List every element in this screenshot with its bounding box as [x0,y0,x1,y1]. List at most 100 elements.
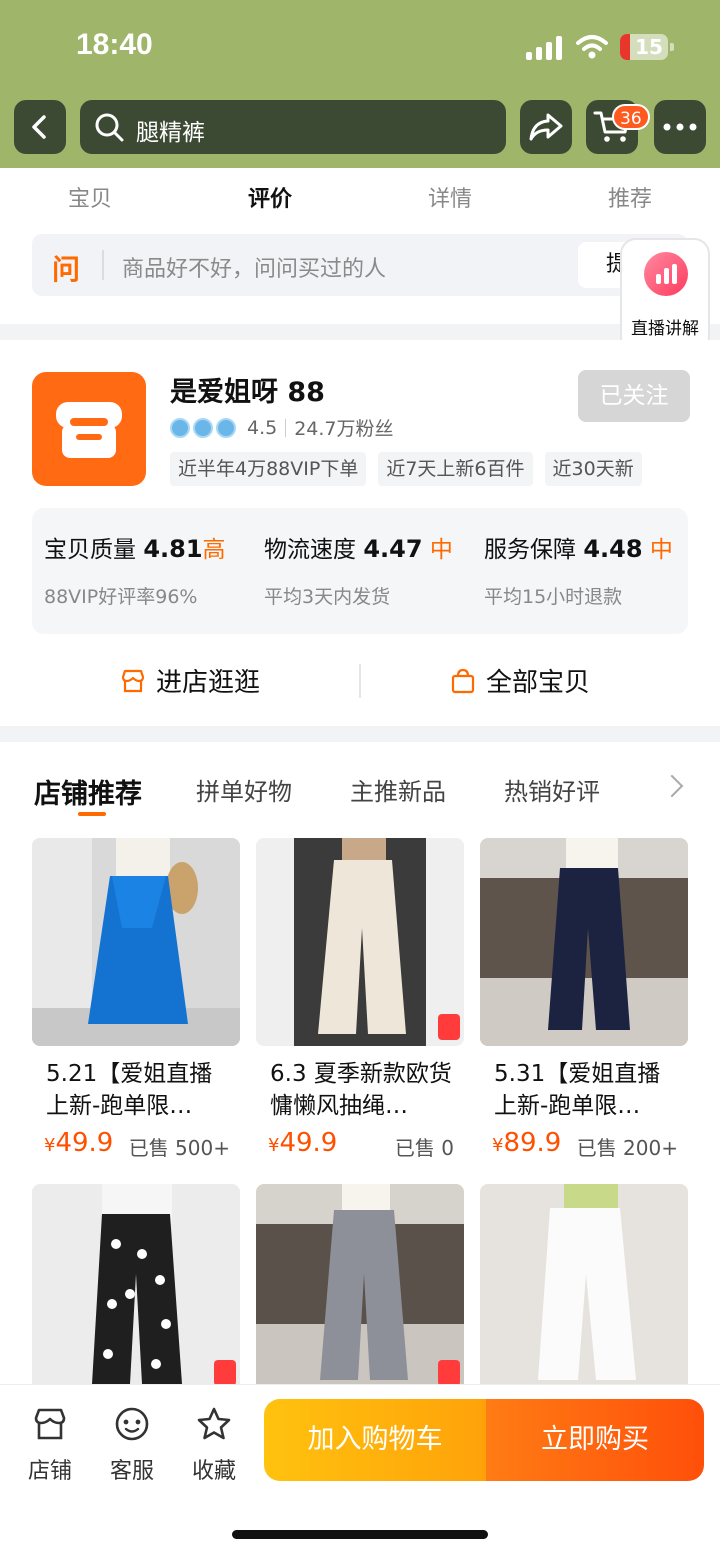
favorite-button[interactable]: 收藏 [184,1405,244,1485]
product-card[interactable]: 6.3 夏季新款欧货慵懒风抽绳… ¥49.9 已售 0 [256,838,464,1168]
promo-tag-icon [214,1360,236,1386]
store-icon [56,402,122,458]
shop-name[interactable]: 是爱姐呀 88 [170,370,325,409]
star-icon [197,1407,231,1440]
metric-sub: 平均3天内发货 [264,586,391,608]
shop-card: 是爱姐呀 88 4.5 24.7万粉丝 已关注 近半年4万88VIP下单 近7天上… [0,340,720,726]
product-title: 5.21【爱姐直播上新-跑单限… [46,1061,213,1119]
currency-symbol: ¥ [268,1135,280,1156]
metric-label: 宝贝质量 [44,537,136,563]
promo-tag-icon [438,1014,460,1040]
metric-level: 中 [429,537,453,563]
product-card[interactable]: 5.31【爱姐直播上新-跑单限… ¥89.9 已售 200+ [480,838,688,1168]
ask-divider [102,250,104,280]
wifi-icon [576,35,608,59]
cellular-signal-icon [526,36,564,60]
product-sold: 已售 500+ [128,1136,230,1160]
product-card[interactable] [480,1184,688,1392]
product-price: ¥49.9 [44,1128,114,1158]
search-bar[interactable]: 腿精裤 [80,100,506,154]
product-title: 5.31【爱姐直播上新-跑单限… [494,1061,661,1119]
metric-sub: 88VIP好评率96% [44,586,198,608]
shop-logo[interactable] [32,372,146,486]
metric-level: 高 [202,537,226,563]
share-icon [529,113,563,141]
metric-quality: 宝贝质量 4.81高 88VIP好评率96% [44,530,226,609]
more-button[interactable] [654,100,706,154]
battery-icon: 15 [620,34,674,60]
detail-tabs: 宝贝 评价 详情 推荐 [0,168,720,232]
store-button[interactable]: 店铺 [20,1405,80,1485]
shop-rating: 4.5 [247,416,278,439]
metric-score: 4.47 [363,535,423,563]
tab-reviews[interactable]: 评价 [180,168,360,232]
promo-tag-icon [438,1360,460,1386]
product-title: 6.3 夏季新款欧货慵懒风抽绳… [270,1061,452,1119]
rec-tab-shop[interactable]: 店铺推荐 [34,772,142,811]
product-price-row: ¥49.9 已售 500+ [32,1128,240,1168]
currency-symbol: ¥ [492,1135,504,1156]
live-explain-float[interactable]: 直播讲解 [620,238,710,352]
header-background: 18:40 15 腿精裤 36 [0,0,720,168]
shop-chip: 近7天上新6百件 [378,452,533,486]
tab-item[interactable]: 宝贝 [0,168,180,232]
shop-fans: 24.7万粉丝 [294,418,394,440]
cart-count-badge: 36 [612,104,650,130]
product-image [256,838,464,1046]
add-to-cart-button[interactable]: 加入购物车 [264,1399,486,1481]
favorite-label: 收藏 [191,1459,236,1484]
ask-icon: 问 [52,253,81,286]
search-query: 腿精裤 [136,120,205,146]
rec-tab-hot[interactable]: 热销好评 [504,772,600,807]
ask-bar[interactable]: 问 商品好不好，问问买过的人 提问 [32,234,688,296]
product-card[interactable] [256,1184,464,1392]
search-icon [95,113,124,142]
shop-chips: 近半年4万88VIP下单 近7天上新6百件 近30天新 [170,452,690,488]
tab-recommend[interactable]: 推荐 [540,168,720,232]
metric-label: 物流速度 [264,537,356,563]
product-card[interactable]: 5.21【爱姐直播上新-跑单限… ¥49.9 已售 500+ [32,838,240,1168]
customer-service-button[interactable]: 客服 [102,1405,162,1485]
product-price: ¥89.9 [492,1128,562,1158]
buy-now-button[interactable]: 立即购买 [486,1399,704,1481]
product-image [32,838,240,1046]
service-label: 客服 [109,1459,154,1484]
enter-shop-button[interactable]: 进店逛逛 [120,662,260,699]
back-button[interactable] [14,100,66,154]
tab-details[interactable]: 详情 [360,168,540,232]
metric-score: 4.81 [143,535,203,563]
product-card[interactable] [32,1184,240,1392]
all-items-label: 全部宝贝 [486,668,591,698]
product-price-row: ¥49.9 已售 0 [256,1128,464,1168]
shop-chip: 近半年4万88VIP下单 [170,452,367,486]
share-button[interactable] [520,100,572,154]
product-image [256,1184,464,1392]
rating-divider [285,418,287,437]
more-dots-icon [663,123,697,131]
enter-shop-label: 进店逛逛 [156,668,261,698]
follow-button[interactable]: 已关注 [578,370,690,422]
live-bars-icon [644,252,688,296]
home-indicator [232,1530,488,1539]
chevron-left-icon [32,115,46,139]
rec-tab-group[interactable]: 拼单好物 [196,772,292,807]
ask-placeholder: 商品好不好，问问买过的人 [122,257,387,282]
metric-label: 服务保障 [484,537,576,563]
crown-icon [193,417,213,438]
ask-section: 问 商品好不好，问问买过的人 提问 [0,232,720,324]
active-tab-indicator [78,812,106,816]
metric-score: 4.48 [583,535,643,563]
recommend-section: 店铺推荐 拼单好物 主推新品 热销好评 5.21【爱姐直播上新-跑单限… ¥49… [0,742,720,1442]
rec-tab-new[interactable]: 主推新品 [350,772,446,807]
product-image [480,838,688,1046]
all-items-button[interactable]: 全部宝贝 [450,662,590,699]
shop-actions: 进店逛逛 全部宝贝 [0,652,720,712]
battery-level: 15 [635,35,663,59]
product-sold: 已售 0 [394,1136,454,1160]
chevron-right-icon[interactable] [660,774,684,798]
status-bar: 18:40 15 [0,0,720,96]
recommend-tabs: 店铺推荐 拼单好物 主推新品 热销好评 [0,742,720,822]
product-image [480,1184,688,1392]
status-time: 18:40 [76,28,153,61]
metric-service: 服务保障 4.48 中 平均15小时退款 [484,530,673,609]
